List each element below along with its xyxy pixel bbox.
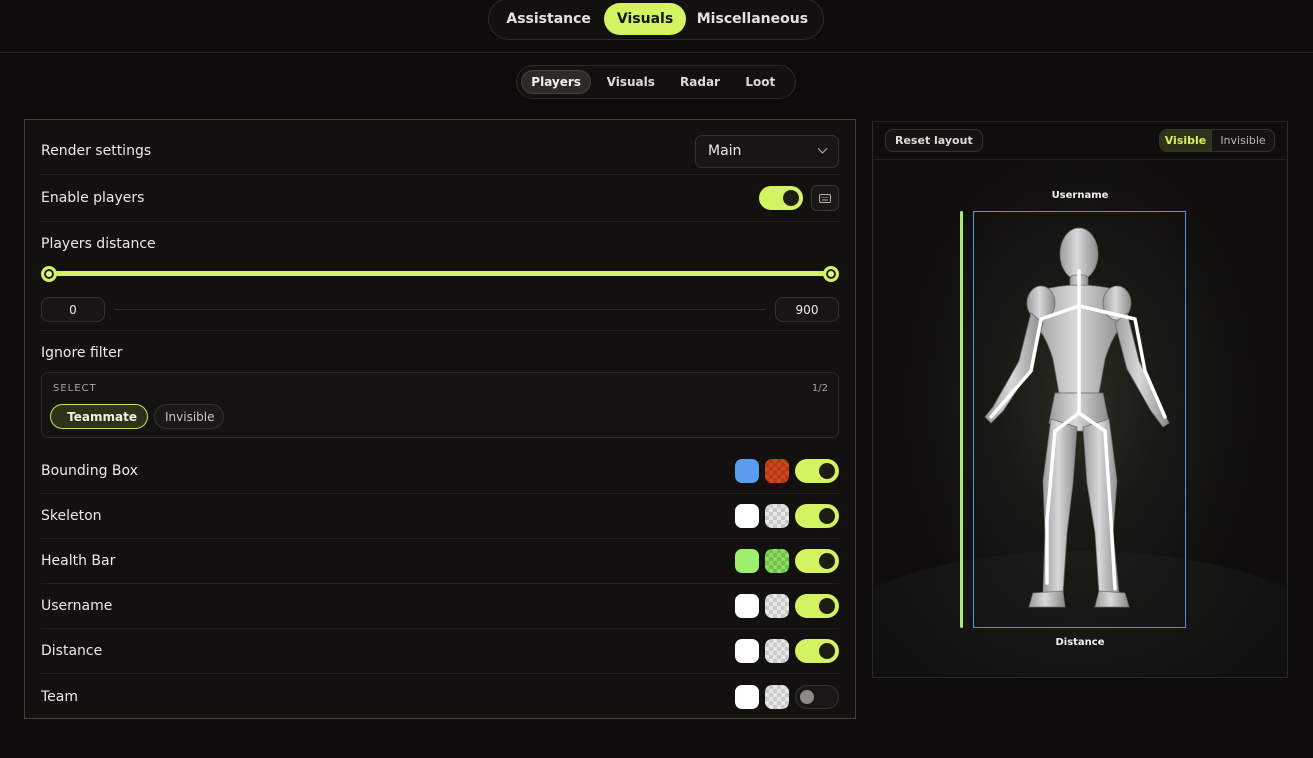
keybind-button[interactable] bbox=[811, 185, 839, 211]
visible-color-swatch[interactable] bbox=[735, 549, 759, 573]
feature-row-bounding-box: Bounding Box bbox=[41, 449, 839, 494]
tab-assistance[interactable]: Assistance bbox=[493, 3, 604, 35]
enable-players-row: Enable players bbox=[41, 175, 839, 222]
subtab-radar[interactable]: Radar bbox=[670, 70, 729, 94]
feature-label: Team bbox=[41, 688, 79, 705]
preview-distance-label: Distance bbox=[1055, 637, 1105, 648]
subtab-loot[interactable]: Loot bbox=[730, 70, 791, 94]
feature-label: Username bbox=[41, 598, 113, 614]
health-bar bbox=[960, 211, 963, 628]
preview-header: Reset layout Visible Invisible bbox=[873, 122, 1287, 160]
feature-row-username: Username bbox=[41, 584, 839, 629]
chip-teammate[interactable]: Teammate bbox=[50, 404, 148, 429]
chip-invisible[interactable]: Invisible bbox=[154, 404, 224, 429]
chevron-down-icon bbox=[817, 143, 828, 154]
invisible-color-swatch[interactable] bbox=[765, 684, 789, 709]
settings-panel: Render settings Main Enable players Play… bbox=[24, 119, 856, 719]
tab-miscellaneous[interactable]: Miscellaneous bbox=[686, 3, 819, 35]
mode-visible[interactable]: Visible bbox=[1160, 130, 1212, 151]
subtab-visuals[interactable]: Visuals bbox=[591, 70, 670, 94]
distance-max-input[interactable]: 900 bbox=[775, 297, 839, 322]
main-tabs: Assistance Visuals Miscellaneous bbox=[488, 0, 824, 40]
feature-toggle[interactable] bbox=[795, 459, 839, 483]
sub-tabs: Players Visuals Radar Loot bbox=[516, 65, 796, 99]
visibility-segment: Visible Invisible bbox=[1159, 129, 1275, 152]
invisible-color-swatch[interactable] bbox=[765, 639, 789, 663]
feature-toggle[interactable] bbox=[795, 594, 839, 618]
enable-players-toggle[interactable] bbox=[759, 186, 803, 210]
visible-color-swatch[interactable] bbox=[735, 459, 759, 483]
visible-color-swatch[interactable] bbox=[735, 594, 759, 618]
feature-toggle[interactable] bbox=[795, 639, 839, 663]
slider-min-handle[interactable] bbox=[41, 266, 57, 282]
enable-players-label: Enable players bbox=[41, 190, 145, 206]
feature-label: Skeleton bbox=[41, 508, 102, 524]
top-nav-bar: Assistance Visuals Miscellaneous bbox=[0, 0, 1313, 53]
invisible-color-swatch[interactable] bbox=[765, 549, 789, 573]
select-label: SELECT bbox=[53, 383, 97, 394]
bounding-box bbox=[973, 211, 1186, 628]
keyboard-icon bbox=[819, 193, 831, 203]
mode-invisible[interactable]: Invisible bbox=[1212, 130, 1274, 151]
visible-color-swatch[interactable] bbox=[735, 504, 759, 528]
chip-invisible-label: Invisible bbox=[165, 409, 215, 424]
preview-stage: Username Distance bbox=[873, 161, 1287, 677]
invisible-color-swatch[interactable] bbox=[765, 594, 789, 618]
render-settings-label: Render settings bbox=[41, 143, 152, 159]
players-distance-label: Players distance bbox=[41, 236, 156, 252]
slider-max-handle[interactable] bbox=[823, 266, 839, 282]
invisible-color-swatch[interactable] bbox=[765, 459, 789, 483]
feature-toggle[interactable] bbox=[795, 504, 839, 528]
feature-label: Bounding Box bbox=[41, 463, 138, 479]
feature-row-skeleton: Skeleton bbox=[41, 494, 839, 539]
divider bbox=[41, 330, 839, 331]
feature-toggle[interactable] bbox=[795, 549, 839, 573]
feature-toggle[interactable] bbox=[795, 684, 839, 709]
chip-teammate-label: Teammate bbox=[67, 409, 137, 424]
render-settings-row: Render settings Main bbox=[41, 128, 839, 175]
select-count: 1/2 bbox=[811, 383, 828, 394]
feature-row-team: Team bbox=[41, 674, 839, 719]
ignore-filter-select[interactable]: SELECT 1/2 Teammate Invisible bbox=[41, 372, 839, 438]
esp-preview-panel: Reset layout Visible Invisible Username bbox=[872, 121, 1288, 678]
ignore-filter-label: Ignore filter bbox=[41, 345, 123, 361]
distance-min-input[interactable]: 0 bbox=[41, 297, 105, 322]
subtab-players[interactable]: Players bbox=[521, 70, 592, 94]
range-divider bbox=[114, 309, 766, 310]
visible-color-swatch[interactable] bbox=[735, 639, 759, 663]
tab-visuals[interactable]: Visuals bbox=[604, 3, 686, 35]
feature-row-distance: Distance bbox=[41, 629, 839, 674]
feature-row-health-bar: Health Bar bbox=[41, 539, 839, 584]
invisible-color-swatch[interactable] bbox=[765, 504, 789, 528]
players-distance-slider[interactable] bbox=[49, 271, 831, 276]
render-settings-dropdown[interactable]: Main bbox=[695, 134, 839, 168]
feature-label: Health Bar bbox=[41, 553, 116, 569]
visible-color-swatch[interactable] bbox=[735, 684, 759, 709]
render-settings-value: Main bbox=[708, 143, 742, 159]
feature-label: Distance bbox=[41, 643, 103, 659]
reset-layout-button[interactable]: Reset layout bbox=[885, 129, 983, 152]
